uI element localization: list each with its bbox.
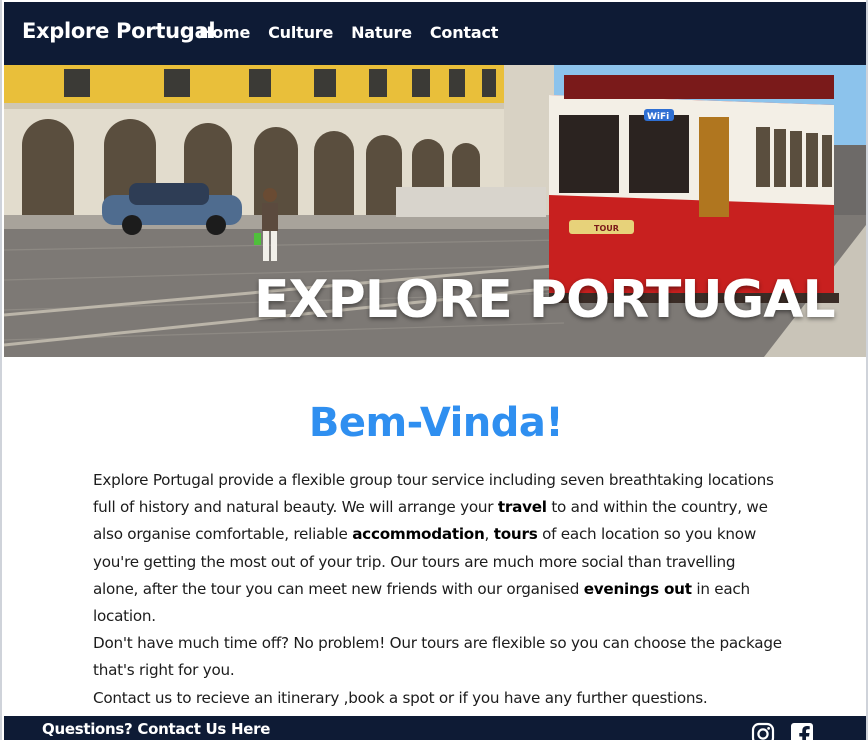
hero-title: EXPLORE PORTUGAL [254,270,836,330]
tram-wifi-sign: WiFi [647,112,669,122]
intro-paragraph-2: Don't have much time off? No problem! Ou… [93,634,782,680]
instagram-icon[interactable] [751,722,775,740]
keyword-tours: tours [493,525,538,544]
footer: Questions? Contact Us Here [4,716,866,740]
navbar: Explore Portugal Home Culture Nature Con… [4,2,866,65]
nav-link-nature[interactable]: Nature [351,23,412,42]
facebook-icon[interactable] [790,722,814,740]
welcome-heading: Bem-Vinda! [308,400,564,446]
intro-paragraph-3: Contact us to recieve an itinerary ,book… [93,688,708,707]
intro-text: Explore Portugal provide a flexible grou… [93,467,783,712]
keyword-travel: travel [497,498,547,517]
nav-links: Home Culture Nature Contact [199,23,498,42]
page: Explore Portugal Home Culture Nature Con… [0,0,868,740]
nav-link-culture[interactable]: Culture [268,23,333,42]
intro-paragraph-1: Explore Portugal provide a flexible grou… [93,467,783,630]
keyword-accommodation: accommodation [352,525,485,544]
brand-logo-link[interactable]: Explore Portugal [22,19,216,43]
hero-banner: WiFi TOUR EXPLORE PORTUGAL [4,65,866,357]
nav-link-home[interactable]: Home [199,23,250,42]
intro-text-segment: , [484,525,494,544]
keyword-evenings-out: evenings out [583,579,692,598]
tram-tour-badge: TOUR [594,224,619,233]
contact-link[interactable]: Questions? Contact Us Here [42,720,270,738]
nav-link-contact[interactable]: Contact [430,23,499,42]
